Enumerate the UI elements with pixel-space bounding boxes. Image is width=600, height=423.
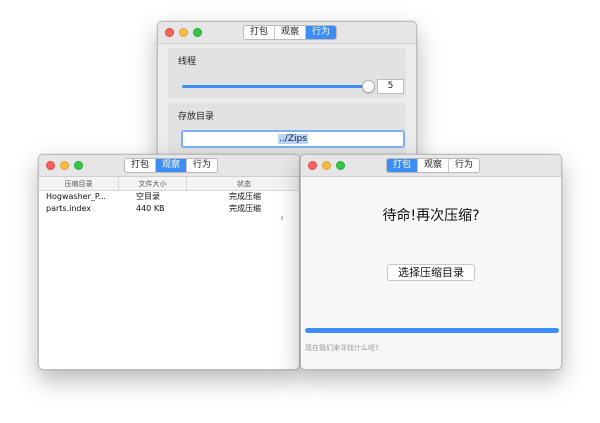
tab-pack[interactable]: 打包 bbox=[244, 26, 276, 39]
dir-path-field[interactable]: ../Zips bbox=[181, 130, 405, 148]
row-size: 440 KB bbox=[136, 204, 165, 213]
tab-pack[interactable]: 打包 bbox=[125, 159, 157, 172]
progress-fill bbox=[305, 328, 559, 333]
tab-behavior[interactable]: 行为 bbox=[187, 159, 217, 172]
title-bar[interactable]: 打包 观察 行为 bbox=[39, 155, 299, 177]
window-controls bbox=[165, 28, 202, 37]
scroll-indicator[interactable] bbox=[281, 216, 283, 220]
tab-switcher: 打包 观察 行为 bbox=[124, 158, 219, 173]
dir-path-text: ../Zips bbox=[278, 134, 308, 144]
choose-directory-button[interactable]: 选择压缩目录 bbox=[387, 264, 475, 281]
title-bar[interactable]: 打包 观察 行为 bbox=[301, 155, 561, 177]
minimize-icon[interactable] bbox=[322, 161, 331, 170]
tab-switcher: 打包 观察 行为 bbox=[386, 158, 481, 173]
tab-switcher: 打包 观察 行为 bbox=[243, 25, 338, 40]
row-status: 完成压缩 bbox=[229, 192, 261, 201]
thread-slider-knob[interactable] bbox=[362, 80, 375, 93]
dir-label: 存放目录 bbox=[178, 112, 215, 122]
table-row[interactable]: Hogwasher_P... 空目录 完成压缩 bbox=[39, 191, 299, 203]
window-controls bbox=[46, 161, 83, 170]
thread-label: 线程 bbox=[178, 57, 197, 67]
settings-window: 打包 观察 行为 线程 5 存放目录 ../Zips bbox=[157, 21, 417, 161]
row-size: 空目录 bbox=[136, 192, 160, 201]
minimize-icon[interactable] bbox=[179, 28, 188, 37]
status-heading: 待命!再次压缩? bbox=[382, 208, 480, 224]
tab-behavior[interactable]: 行为 bbox=[449, 159, 479, 172]
progress-bar bbox=[305, 328, 559, 333]
column-header-dir[interactable]: 压缩目录 bbox=[39, 177, 119, 191]
thread-count-field[interactable]: 5 bbox=[377, 79, 404, 94]
minimize-icon[interactable] bbox=[60, 161, 69, 170]
tab-pack[interactable]: 打包 bbox=[387, 159, 419, 172]
tab-observe[interactable]: 观察 bbox=[275, 26, 307, 39]
table-row[interactable]: parts.index 440 KB 完成压缩 bbox=[39, 203, 299, 215]
window-controls bbox=[308, 161, 345, 170]
table-header: 压缩目录 文件大小 状态 bbox=[39, 177, 299, 191]
column-header-size[interactable]: 文件大小 bbox=[119, 177, 187, 191]
close-icon[interactable] bbox=[165, 28, 174, 37]
zoom-icon[interactable] bbox=[336, 161, 345, 170]
row-name: Hogwasher_P... bbox=[46, 192, 107, 201]
zoom-icon[interactable] bbox=[193, 28, 202, 37]
title-bar[interactable]: 打包 观察 行为 bbox=[158, 22, 416, 44]
list-window: 打包 观察 行为 压缩目录 文件大小 状态 Hogwasher_P... 空目录… bbox=[38, 154, 300, 370]
zoom-icon[interactable] bbox=[74, 161, 83, 170]
thread-slider-track[interactable] bbox=[182, 85, 370, 88]
desktop: 打包 观察 行为 线程 5 存放目录 ../Zips 打包 观察 行为 压缩目录… bbox=[0, 0, 600, 423]
close-icon[interactable] bbox=[46, 161, 55, 170]
row-status: 完成压缩 bbox=[229, 204, 261, 213]
search-field[interactable]: 现在我们来寻找什么呢? bbox=[305, 343, 379, 353]
column-header-status[interactable]: 状态 bbox=[187, 177, 299, 191]
tab-observe[interactable]: 观察 bbox=[156, 159, 188, 172]
tab-behavior[interactable]: 行为 bbox=[306, 26, 337, 39]
tab-observe[interactable]: 观察 bbox=[418, 159, 450, 172]
close-icon[interactable] bbox=[308, 161, 317, 170]
row-name: parts.index bbox=[46, 204, 92, 213]
compress-window: 打包 观察 行为 待命!再次压缩? 选择压缩目录 现在我们来寻找什么呢? bbox=[300, 154, 562, 370]
